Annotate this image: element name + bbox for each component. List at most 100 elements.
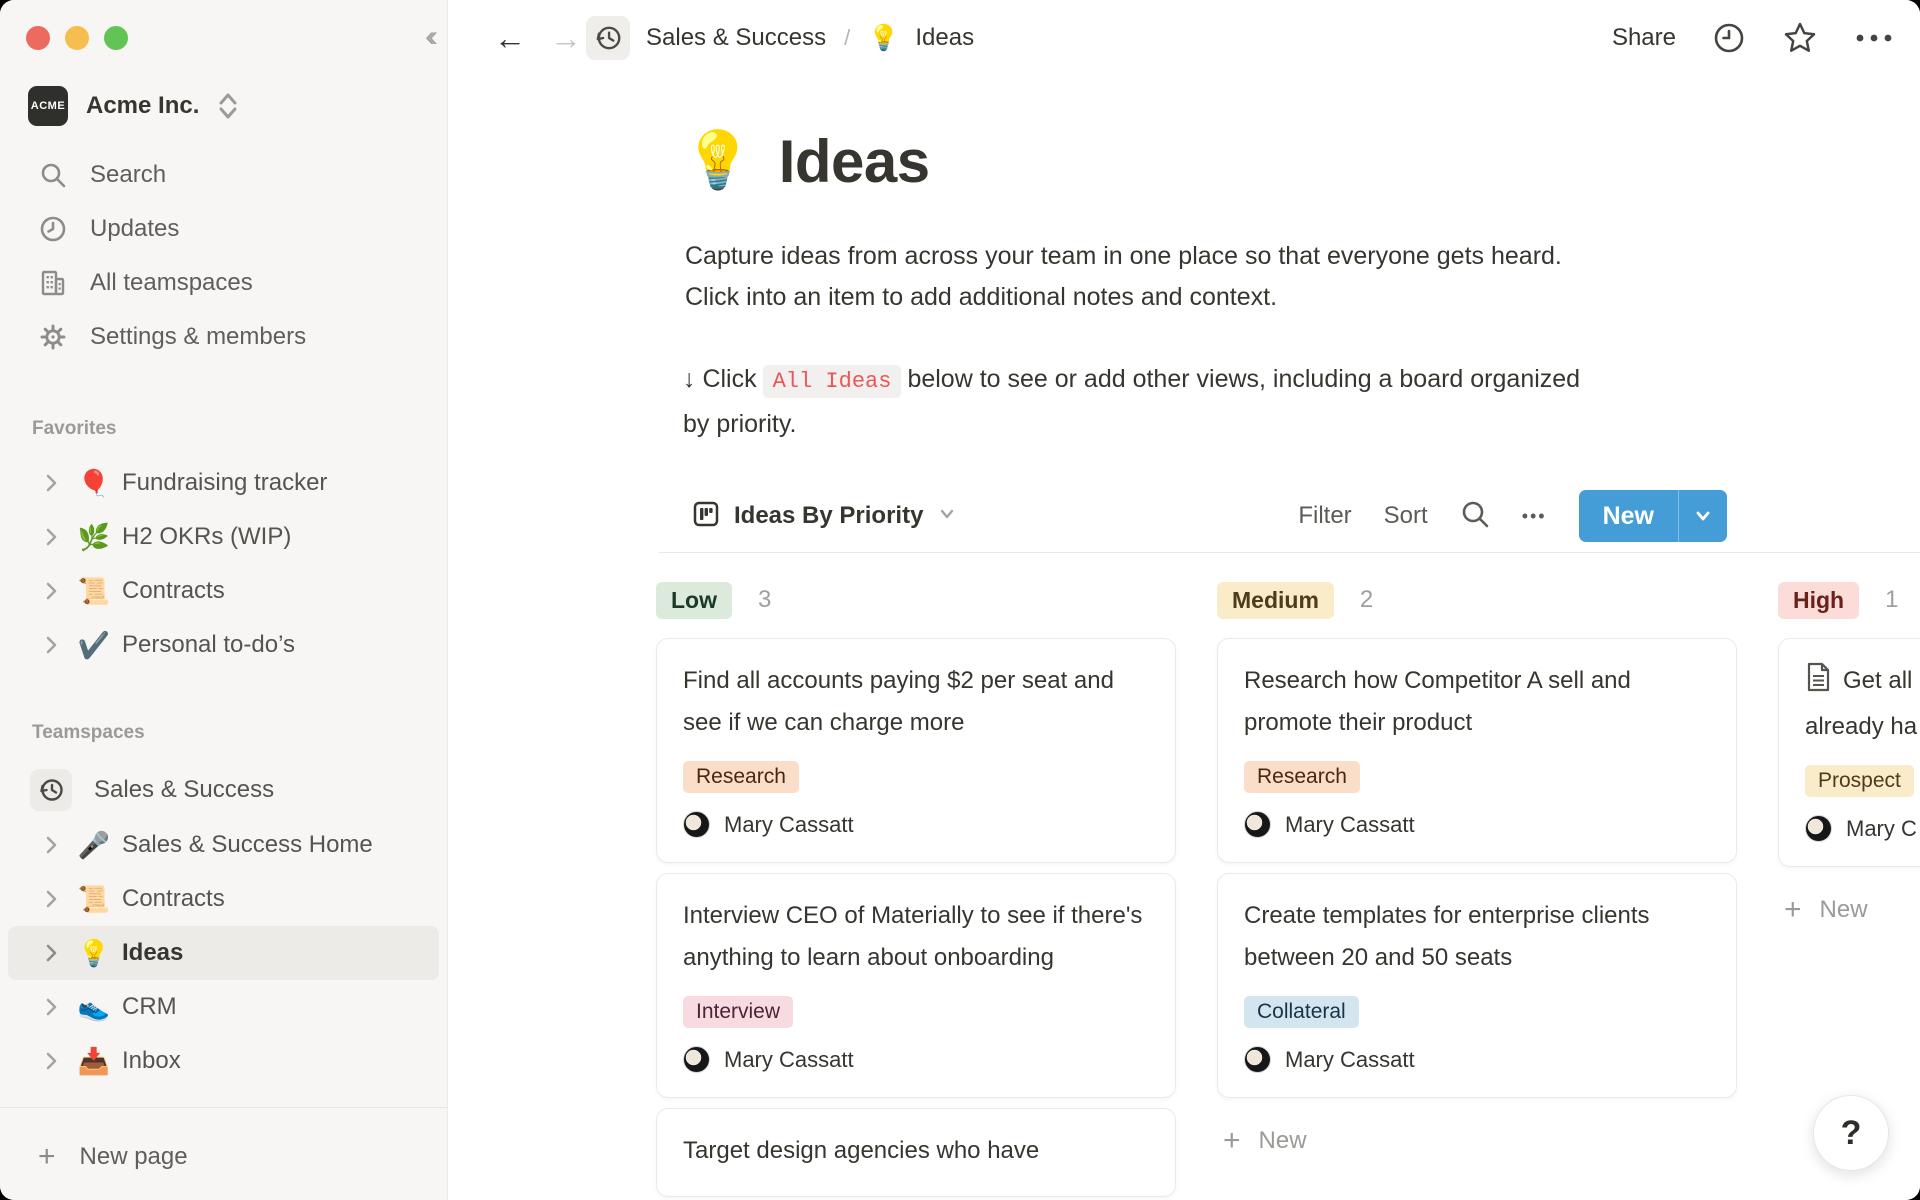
share-button[interactable]: Share [1612, 24, 1676, 52]
sidebar-item-label: Contracts [122, 885, 225, 913]
sidebar-item-contracts-favorite[interactable]: 📜 Contracts [0, 564, 447, 618]
chevron-down-icon [937, 504, 957, 529]
board-column-medium: Medium 2 Research how Competitor A sell … [1217, 576, 1737, 1200]
breadcrumb-teamspace[interactable]: Sales & Success [646, 24, 826, 52]
sidebar-item-sales-and-success[interactable]: Sales & Success [0, 762, 447, 818]
new-button-label[interactable]: New [1579, 490, 1678, 542]
window-controls [26, 26, 128, 50]
add-card-button[interactable]: + New [1217, 1124, 1737, 1158]
sidebar-item-updates[interactable]: Updates [0, 202, 447, 256]
page-emoji-lightbulb[interactable]: 💡 [683, 120, 753, 200]
new-page-button[interactable]: + New page [0, 1130, 447, 1184]
zoom-window-button[interactable] [104, 26, 128, 50]
board-column-low: Low 3 Find all accounts paying $2 per se… [656, 576, 1176, 1200]
sidebar-menu: Search Updates All teamspaces Settings &… [0, 148, 447, 364]
help-button[interactable]: ? [1813, 1095, 1889, 1171]
view-selector[interactable]: Ideas By Priority [692, 486, 957, 546]
history-clock-icon[interactable] [586, 16, 630, 60]
sidebar-item-inbox[interactable]: 📥 Inbox [0, 1034, 447, 1088]
page-title[interactable]: Ideas [779, 120, 930, 204]
sidebar-item-ideas[interactable]: 💡 Ideas [8, 926, 439, 980]
history-clock-icon [30, 769, 72, 811]
view-more-options-icon[interactable]: ••• [1522, 506, 1547, 527]
herb-emoji-icon: 🌿 [66, 524, 122, 550]
page-description[interactable]: Capture ideas from across your team in o… [685, 236, 1562, 318]
notion-window: ‹‹ ACME Acme Inc. Search Updates [0, 0, 1920, 1200]
sidebar-item-label: H2 OKRs (WIP) [122, 523, 291, 551]
board-card[interactable]: Get all already ha Prospect Mary C [1778, 638, 1920, 867]
chevron-right-icon[interactable] [40, 942, 66, 964]
column-badge-high[interactable]: High [1778, 582, 1859, 619]
sidebar-item-sales-success-home[interactable]: 🎤 Sales & Success Home [0, 818, 447, 872]
lightbulb-emoji-icon: 💡 [66, 940, 122, 966]
assignee-row: Mary C [1805, 815, 1920, 842]
sidebar-item-label: Personal to-do’s [122, 631, 295, 659]
board-card[interactable]: Target design agencies who have [656, 1108, 1176, 1197]
sidebar-item-all-teamspaces[interactable]: All teamspaces [0, 256, 447, 310]
chevron-right-icon[interactable] [40, 634, 66, 656]
column-count: 2 [1360, 586, 1373, 614]
callout-text[interactable]: ↓ ClickAll Ideasbelow to see or add othe… [683, 358, 1580, 445]
lightbulb-emoji-icon: 💡 [868, 24, 899, 53]
chevron-right-icon[interactable] [40, 580, 66, 602]
star-icon[interactable] [1782, 20, 1818, 56]
workspace-logo: ACME [28, 86, 68, 126]
view-toolbar: Ideas By Priority Filter Sort ••• New [448, 486, 1920, 546]
column-count: 1 [1885, 586, 1898, 614]
checkmark-emoji-icon: ✔️ [66, 632, 122, 658]
sidebar-item-label: Search [90, 161, 166, 189]
tag-prospect: Prospect [1805, 765, 1914, 797]
board-card[interactable]: Interview CEO of Materially to see if th… [656, 873, 1176, 1098]
teamspace-name: Sales & Success [94, 776, 274, 804]
chevron-right-icon[interactable] [40, 472, 66, 494]
sidebar-item-label: Sales & Success Home [122, 831, 373, 859]
chevron-right-icon[interactable] [40, 1050, 66, 1072]
avatar [683, 811, 710, 838]
assignee-name: Mary Cassatt [724, 812, 854, 838]
chevron-right-icon[interactable] [40, 996, 66, 1018]
sidebar-item-settings[interactable]: Settings & members [0, 310, 447, 364]
collapse-sidebar-icon[interactable]: ‹‹ [425, 22, 431, 52]
column-badge-medium[interactable]: Medium [1217, 582, 1334, 619]
chevron-updown-icon [217, 91, 239, 121]
sidebar-item-contracts[interactable]: 📜 Contracts [0, 872, 447, 926]
sort-button[interactable]: Sort [1384, 502, 1428, 530]
sidebar-item-h2-okrs[interactable]: 🌿 H2 OKRs (WIP) [0, 510, 447, 564]
breadcrumb-page[interactable]: Ideas [915, 24, 974, 52]
new-button[interactable]: New [1579, 490, 1727, 542]
inbox-emoji-icon: 📥 [66, 1048, 122, 1074]
chevron-right-icon[interactable] [40, 526, 66, 548]
column-badge-low[interactable]: Low [656, 582, 732, 619]
scroll-emoji-icon: 📜 [66, 886, 122, 912]
workspace-switcher[interactable]: ACME Acme Inc. [28, 86, 239, 126]
tag-interview: Interview [683, 996, 793, 1028]
forward-arrow-icon[interactable]: → [550, 22, 582, 54]
balloon-emoji-icon: 🎈 [66, 470, 122, 496]
board-card[interactable]: Find all accounts paying $2 per seat and… [656, 638, 1176, 863]
sidebar-item-personal-todos[interactable]: ✔️ Personal to-do’s [0, 618, 447, 672]
plus-icon: + [38, 1140, 56, 1174]
assignee-row: Mary Cassatt [1244, 811, 1710, 838]
chevron-down-icon[interactable] [1679, 490, 1727, 542]
topbar: ← → Sales & Success / 💡 Ideas Share [448, 0, 1920, 76]
assignee-row: Mary Cassatt [683, 811, 1149, 838]
close-window-button[interactable] [26, 26, 50, 50]
minimize-window-button[interactable] [65, 26, 89, 50]
board-card[interactable]: Create templates for enterprise clients … [1217, 873, 1737, 1098]
favorites-section-label: Favorites [32, 418, 116, 440]
clock-icon[interactable] [1712, 21, 1746, 55]
search-icon[interactable] [1460, 499, 1490, 534]
board-card[interactable]: Research how Competitor A sell and promo… [1217, 638, 1737, 863]
filter-button[interactable]: Filter [1298, 502, 1351, 530]
sidebar-item-search[interactable]: Search [0, 148, 447, 202]
sidebar-item-fundraising-tracker[interactable]: 🎈 Fundraising tracker [0, 456, 447, 510]
sidebar-item-crm[interactable]: 👟 CRM [0, 980, 447, 1034]
add-card-button[interactable]: + New [1778, 893, 1920, 927]
workspace-name: Acme Inc. [86, 92, 199, 120]
sidebar-item-label: Settings & members [90, 323, 306, 351]
sidebar-item-label: CRM [122, 993, 177, 1021]
more-options-icon[interactable] [1854, 32, 1894, 44]
chevron-right-icon[interactable] [40, 888, 66, 910]
back-arrow-icon[interactable]: ← [494, 22, 526, 54]
chevron-right-icon[interactable] [40, 834, 66, 856]
